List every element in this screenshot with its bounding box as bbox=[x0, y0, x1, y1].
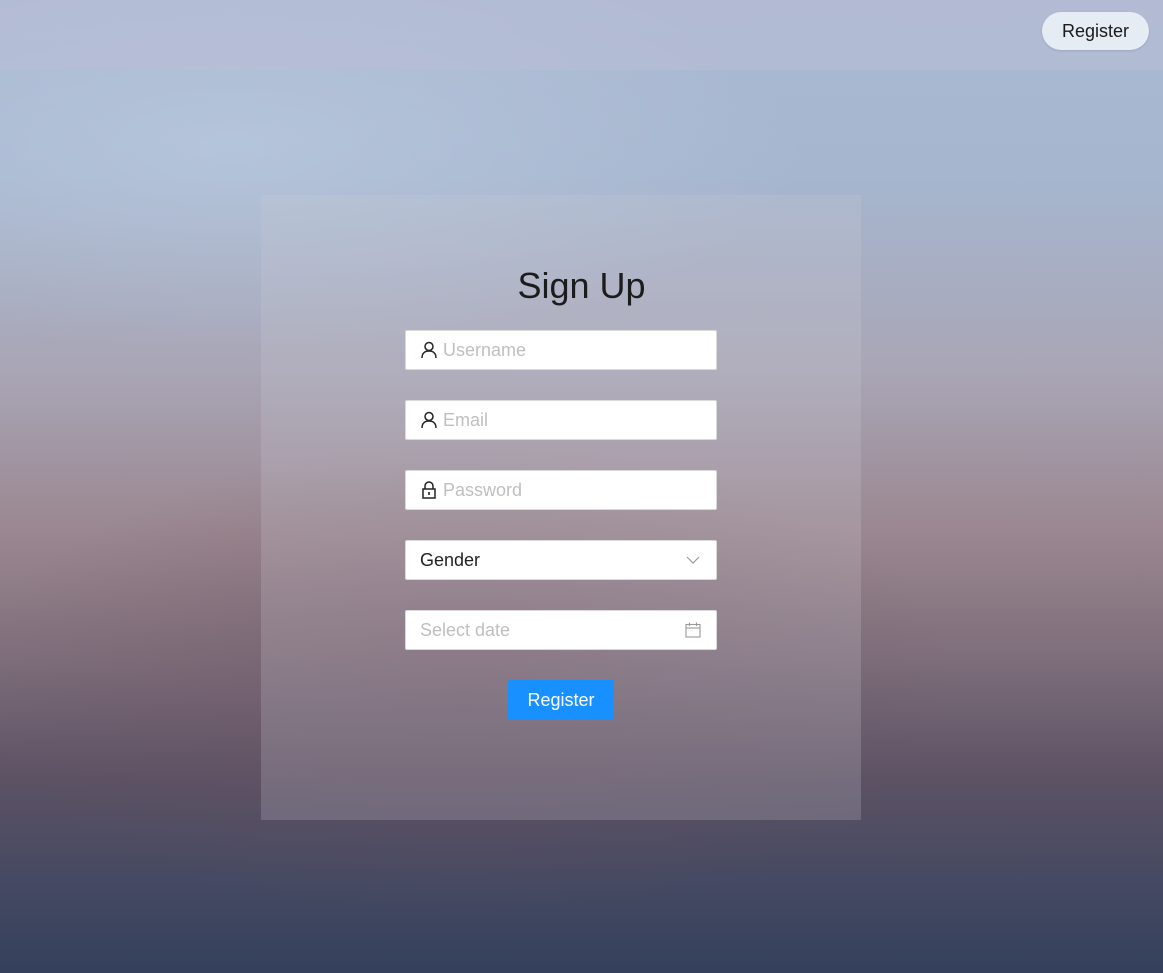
email-field[interactable] bbox=[405, 400, 717, 440]
gender-select-value: Gender bbox=[420, 549, 481, 570]
username-field[interactable] bbox=[405, 330, 717, 370]
username-input[interactable] bbox=[443, 331, 716, 369]
user-icon bbox=[420, 411, 438, 429]
top-bar: Register bbox=[0, 0, 1163, 70]
register-submit-button[interactable]: Register bbox=[508, 680, 614, 720]
password-field[interactable] bbox=[405, 470, 717, 510]
chevron-down-icon bbox=[684, 551, 702, 569]
lock-icon bbox=[420, 481, 438, 499]
calendar-icon bbox=[684, 621, 702, 639]
gender-select[interactable]: Gender bbox=[405, 540, 717, 580]
date-picker[interactable]: Select date bbox=[405, 610, 717, 650]
date-placeholder: Select date bbox=[420, 619, 511, 640]
user-icon bbox=[420, 341, 438, 359]
page-title: Sign Up bbox=[517, 265, 646, 306]
password-input[interactable] bbox=[443, 471, 716, 509]
header-register-button[interactable]: Register bbox=[1041, 12, 1149, 50]
email-input[interactable] bbox=[443, 401, 716, 439]
